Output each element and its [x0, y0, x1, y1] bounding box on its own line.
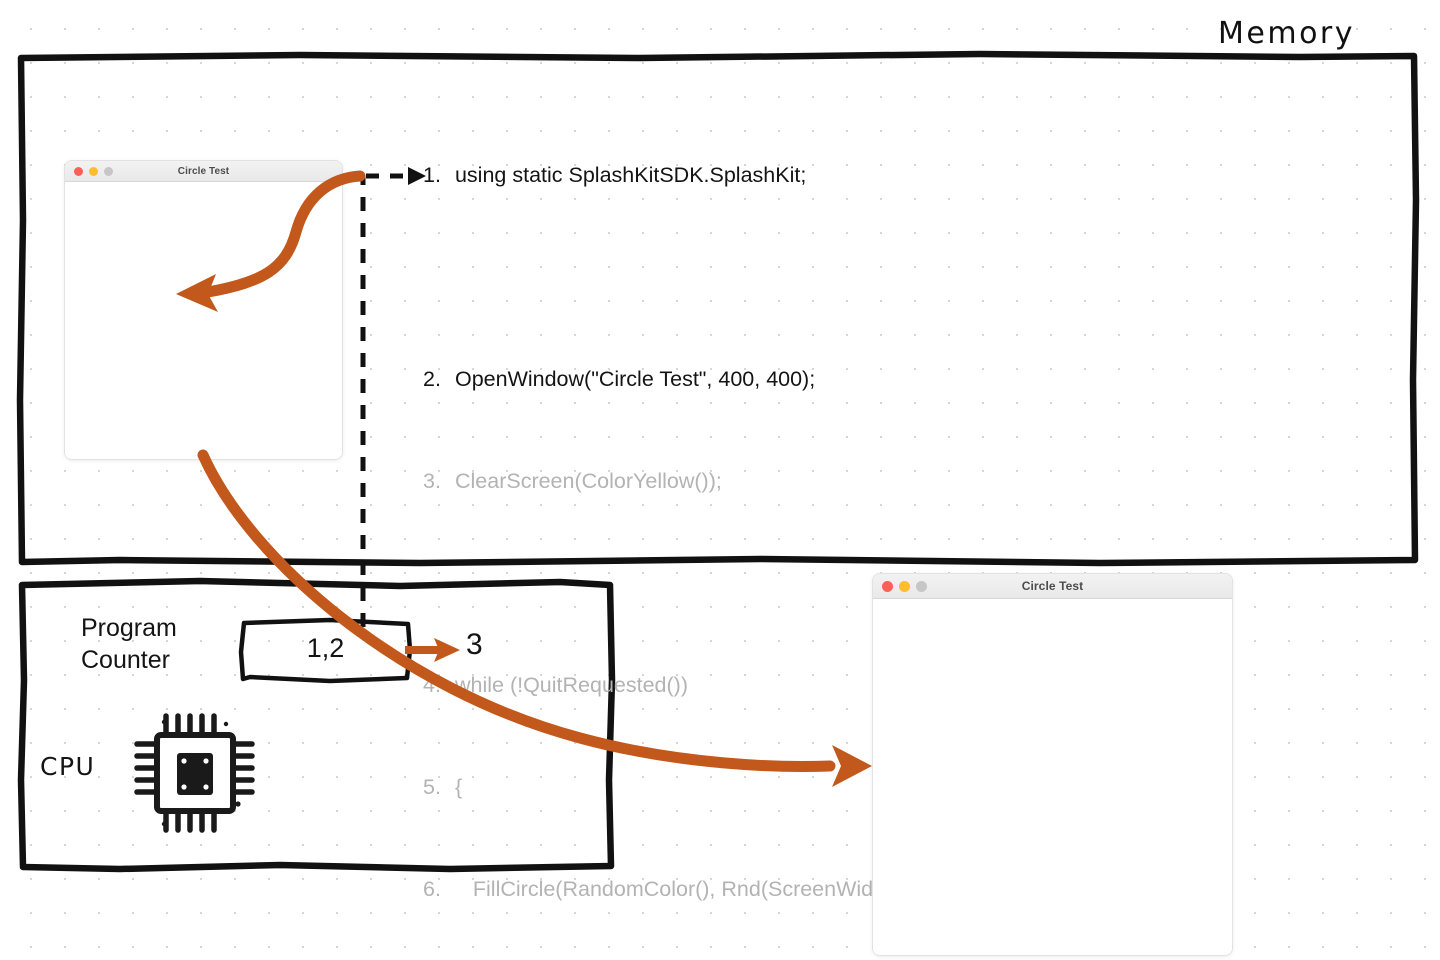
code-line-text: ClearScreen(ColorYellow());: [449, 469, 722, 493]
code-line-number: 6.: [423, 877, 441, 901]
window-title: Circle Test: [1021, 579, 1084, 593]
window-titlebar[interactable]: Circle Test: [873, 574, 1232, 599]
cpu-label: CPU: [40, 752, 96, 781]
program-counter-value: 1,2: [306, 633, 345, 663]
code-line-number: 4.: [423, 673, 441, 697]
screen-window-representation[interactable]: Circle Test: [872, 573, 1233, 956]
memory-window-representation[interactable]: Circle Test: [64, 160, 343, 460]
code-line: 1. using static SplashKitSDK.SplashKit;: [423, 158, 1226, 192]
code-line: 3. ClearScreen(ColorYellow());: [423, 464, 1226, 498]
cpu-chip-icon: [134, 713, 255, 833]
program-counter-label: Program Counter: [81, 612, 177, 676]
program-counter-label-line2: Counter: [81, 646, 170, 674]
window-canvas: [873, 599, 1232, 955]
code-line-text: {: [449, 775, 463, 799]
code-line-text: while (!QuitRequested()): [449, 673, 688, 697]
code-line-text: using static SplashKitSDK.SplashKit;: [449, 163, 807, 187]
code-line-number: 2.: [423, 367, 441, 391]
code-line-number: 1.: [423, 163, 441, 187]
diagram-canvas: Memory 1. using static SplashKitSDK.Spla…: [0, 0, 1440, 960]
code-line-number: 5.: [423, 775, 441, 799]
memory-title: Memory: [1218, 16, 1356, 51]
program-counter-next-value: 3: [466, 628, 483, 661]
window-title: Circle Test: [177, 165, 230, 177]
window-titlebar[interactable]: Circle Test: [65, 161, 342, 182]
program-counter-label-line1: Program: [81, 614, 177, 642]
code-line-number: 3.: [423, 469, 441, 493]
code-line-text: OpenWindow("Circle Test", 400, 400);: [449, 367, 816, 391]
code-line-current: 2. OpenWindow("Circle Test", 400, 400);: [423, 362, 1226, 396]
window-canvas: [65, 182, 342, 459]
